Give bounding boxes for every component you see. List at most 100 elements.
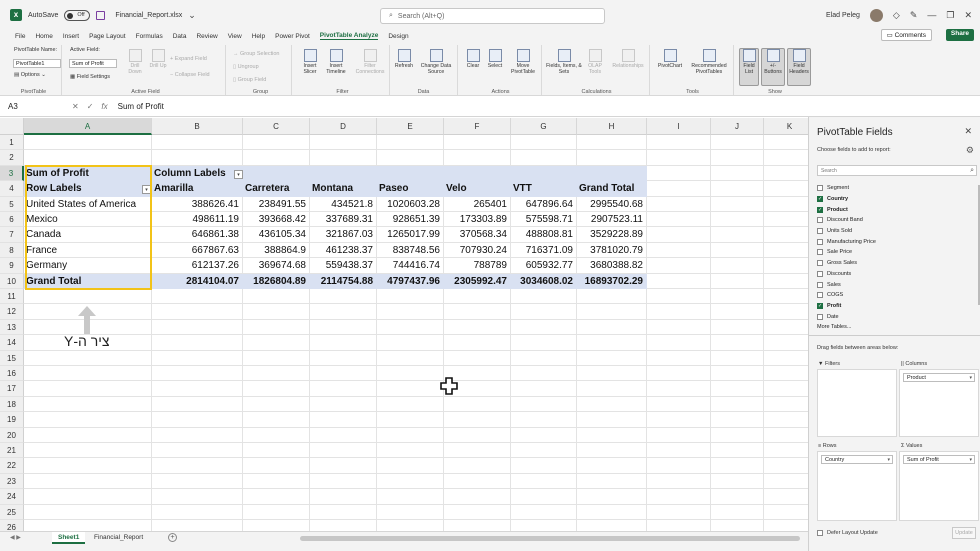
column-header-g[interactable]: G: [511, 118, 577, 135]
row-header-11[interactable]: 11: [0, 289, 24, 305]
field-checkbox[interactable]: [817, 260, 823, 267]
field-discount-band[interactable]: Discount Band: [817, 215, 977, 226]
move-pivottable-button[interactable]: Move PivotTable: [506, 49, 540, 75]
field-units-sold[interactable]: Units Sold: [817, 226, 977, 237]
row-header-19[interactable]: 19: [0, 412, 24, 428]
horizontal-scrollbar[interactable]: [300, 536, 800, 541]
row-header-17[interactable]: 17: [0, 381, 24, 397]
row-header-8[interactable]: 8: [0, 242, 24, 259]
field-list-button[interactable]: Field List: [739, 48, 759, 86]
tab-review[interactable]: Review: [196, 33, 217, 40]
row-header-16[interactable]: 16: [0, 366, 24, 382]
close-pane-icon[interactable]: ✕: [964, 126, 972, 137]
tab-pivottable-analyze[interactable]: PivotTable Analyze: [319, 32, 379, 40]
column-header-i[interactable]: I: [647, 118, 711, 135]
field-profit[interactable]: ✓ Profit: [817, 301, 977, 312]
row-header-25[interactable]: 25: [0, 504, 24, 520]
tab-view[interactable]: View: [228, 33, 242, 40]
fields-items-sets-button[interactable]: Fields, Items, & Sets: [546, 49, 582, 75]
sheet-nav-arrows-icon[interactable]: ◀ ▶: [10, 534, 21, 541]
formula-input[interactable]: Sum of Profit: [108, 102, 164, 111]
field-discounts[interactable]: Discounts: [817, 269, 977, 280]
field-search-input[interactable]: Search ⌕: [817, 165, 977, 176]
search-box[interactable]: ⌕ Search (Alt+Q): [380, 8, 605, 24]
field-checkbox[interactable]: [817, 313, 823, 320]
row-header-23[interactable]: 23: [0, 473, 24, 490]
column-header-a[interactable]: A: [24, 118, 152, 135]
ungroup-button[interactable]: ▯ Ungroup: [233, 64, 259, 70]
insert-timeline-button[interactable]: Insert Timeline: [322, 49, 350, 75]
values-item-sum-of-profit[interactable]: Sum of Profit ▾: [903, 455, 975, 464]
field-checkbox[interactable]: [817, 292, 823, 299]
pen-icon[interactable]: ✎: [910, 10, 918, 21]
field-checkbox[interactable]: ✓: [817, 302, 823, 309]
row-header-5[interactable]: 5: [0, 196, 24, 212]
field-segment[interactable]: Segment: [817, 183, 977, 194]
field-checkbox[interactable]: ✓: [817, 206, 823, 213]
field-manufacturing-price[interactable]: Manufacturing Price: [817, 236, 977, 247]
chevron-down-icon[interactable]: ▾: [969, 456, 972, 464]
field-gross-sales[interactable]: Gross Sales: [817, 258, 977, 269]
field-sales[interactable]: Sales: [817, 279, 977, 290]
save-icon[interactable]: [96, 10, 106, 20]
recommended-pivottables-button[interactable]: Recommended PivotTables: [686, 49, 732, 75]
field-checkbox[interactable]: [817, 270, 823, 277]
autosave-toggle[interactable]: Off: [64, 9, 91, 21]
gear-icon[interactable]: ⚙: [966, 145, 974, 156]
column-header-k[interactable]: K: [764, 118, 808, 135]
row-header-13[interactable]: 13: [0, 319, 24, 336]
plus-minus-buttons-button[interactable]: +/- Buttons: [761, 48, 785, 86]
row-header-6[interactable]: 6: [0, 212, 24, 228]
expand-field-button[interactable]: + Expand Field: [170, 56, 207, 62]
tab-formulas[interactable]: Formulas: [136, 33, 163, 40]
tab-page-layout[interactable]: Page Layout: [89, 33, 126, 40]
row-header-9[interactable]: 9: [0, 258, 24, 274]
column-header-f[interactable]: F: [444, 118, 511, 135]
field-checkbox[interactable]: [817, 228, 823, 235]
chevron-down-icon[interactable]: ▾: [887, 456, 890, 464]
field-cogs[interactable]: COGS: [817, 290, 977, 301]
refresh-button[interactable]: Refresh: [392, 49, 416, 69]
relationships-button[interactable]: Relationships: [608, 49, 648, 69]
row-header-1[interactable]: 1: [0, 135, 24, 151]
filename-chevron-icon[interactable]: ⌄: [188, 10, 196, 21]
field-checkbox[interactable]: [817, 185, 823, 192]
field-more-tables[interactable]: More Tables...: [817, 322, 977, 333]
tab-power-pivot[interactable]: Power Pivot: [275, 33, 310, 40]
change-data-source-button[interactable]: Change Data Source: [416, 49, 456, 75]
tab-home[interactable]: Home: [35, 33, 52, 40]
column-header-d[interactable]: D: [310, 118, 377, 135]
minimize-icon[interactable]: —: [927, 10, 936, 20]
collapse-field-button[interactable]: − Collapse Field: [170, 72, 210, 78]
field-settings-button[interactable]: ▦ Field Settings: [70, 74, 110, 80]
row-header-20[interactable]: 20: [0, 427, 24, 443]
row-header-12[interactable]: 12: [0, 304, 24, 320]
rows-area[interactable]: Country ▾: [817, 451, 897, 521]
pivottable-name-input[interactable]: PivotTable1: [13, 59, 61, 68]
defer-checkbox[interactable]: [817, 530, 823, 536]
name-box[interactable]: A3: [0, 100, 62, 114]
update-button[interactable]: Update: [952, 527, 976, 539]
column-header-j[interactable]: J: [711, 118, 764, 135]
tab-data[interactable]: Data: [173, 33, 187, 40]
column-labels-filter-button[interactable]: ▾: [234, 169, 243, 179]
field-checkbox[interactable]: [817, 238, 823, 245]
sheet-tab-sheet1[interactable]: Sheet1: [52, 532, 86, 544]
share-button[interactable]: Share: [945, 29, 974, 41]
tab-file[interactable]: File: [15, 33, 25, 40]
group-selection-button[interactable]: → Group Selection: [233, 51, 279, 57]
field-headers-button[interactable]: Field Headers: [787, 48, 811, 86]
enter-icon[interactable]: ✓: [87, 102, 94, 111]
column-header-c[interactable]: C: [243, 118, 310, 135]
row-header-7[interactable]: 7: [0, 227, 24, 243]
field-checkbox[interactable]: [817, 281, 823, 288]
clear-button[interactable]: Clear: [462, 49, 484, 69]
defer-layout-update[interactable]: Defer Layout Update: [817, 530, 878, 536]
worksheet-grid[interactable]: A B C D E F G H I J K 1 2 3 4 5 6 7 8 9 10 11 12 13 14 15 16 17 18 19…: [0, 118, 808, 531]
row-header-2[interactable]: 2: [0, 150, 24, 166]
tab-insert[interactable]: Insert: [63, 33, 79, 40]
active-field-input[interactable]: Sum of Profit: [69, 59, 117, 68]
field-country[interactable]: ✓ Country: [817, 194, 977, 205]
tab-design[interactable]: Design: [388, 33, 408, 40]
rows-item-country[interactable]: Country ▾: [821, 455, 893, 464]
